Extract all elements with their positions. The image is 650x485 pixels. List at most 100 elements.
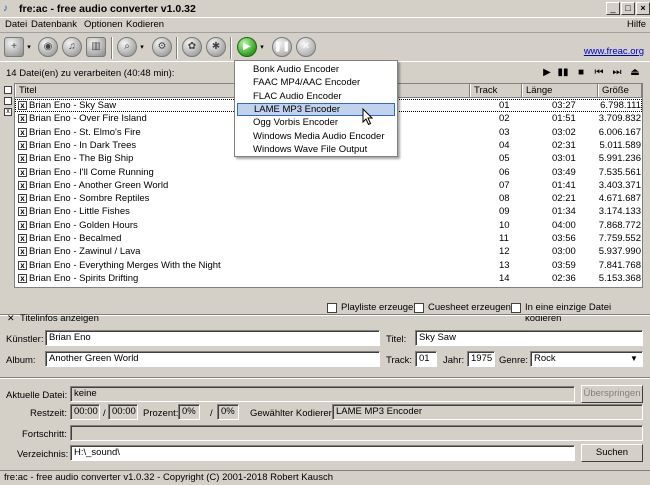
toggle-selection-checkbox[interactable]: x (4, 108, 12, 116)
cd-info-icon[interactable]: ♫ (62, 37, 82, 57)
directory-field[interactable]: H:\_sound\ (70, 445, 575, 461)
maximize-button[interactable]: □ (621, 2, 635, 15)
row-length: 04:00 (552, 219, 576, 231)
year-field[interactable]: 1975 (467, 351, 495, 367)
pause-icon[interactable]: ❚❚ (272, 37, 292, 57)
row-title: Brian Eno - St. Elmo's Fire (29, 126, 141, 138)
website-link[interactable]: www.freac.org (584, 46, 644, 57)
minimize-button[interactable]: _ (606, 2, 620, 15)
chevron-down-icon[interactable]: ▾ (258, 44, 266, 52)
pause-icon[interactable]: ▮▮ (557, 67, 569, 79)
menu-kodieren[interactable]: Kodieren (126, 18, 164, 32)
cd-icon[interactable]: ◉ (38, 37, 58, 57)
chevron-down-icon[interactable]: ▼ (630, 354, 638, 363)
row-track: 03 (499, 126, 510, 138)
row-size: 3.174.133 (598, 206, 641, 218)
row-size: 3.709.832 (598, 113, 641, 125)
row-title: Brian Eno - Golden Hours (29, 219, 138, 231)
tools-icon[interactable]: ✿ (182, 37, 202, 57)
play-icon[interactable]: ▶ (541, 67, 553, 79)
gear-icon[interactable]: ✱ (206, 37, 226, 57)
encoder-menu-item[interactable]: Windows Media Audio Encoder (237, 130, 395, 143)
table-row[interactable]: x Brian Eno - I'll Come Running 06 03:49 7.5… (15, 166, 642, 179)
row-checkbox[interactable]: x (18, 140, 27, 150)
menu-bar: Datei Datenbank Optionen Kodieren Hilfe (0, 18, 650, 32)
row-checkbox[interactable]: x (18, 234, 27, 243)
row-checkbox[interactable]: x (18, 154, 27, 164)
add-files-icon[interactable]: + (4, 37, 24, 57)
titleinfo-toggle: Titelinfos anzeigen (20, 313, 99, 324)
encoder-menu-item[interactable]: FLAC Audio Encoder (237, 90, 395, 103)
directory-label: Verzeichnis: (17, 449, 69, 460)
time-left-label: Restzeit: (30, 408, 67, 419)
table-row[interactable]: x Brian Eno - Zawinul / Lava 12 03:00 5.937.… (15, 245, 642, 258)
row-checkbox[interactable]: x (18, 220, 27, 230)
title-field[interactable]: Sky Saw (415, 330, 643, 346)
row-checkbox[interactable]: x (18, 101, 27, 110)
menu-datenbank[interactable]: Datenbank (31, 18, 77, 32)
row-checkbox[interactable]: x (18, 273, 27, 283)
table-row[interactable]: x Brian Eno - Sombre Reptiles 08 02:21 4.671… (15, 192, 642, 205)
select-none-checkbox[interactable] (4, 97, 12, 105)
close-button[interactable]: × (636, 2, 650, 15)
column-track[interactable]: Track (470, 84, 522, 97)
row-checkbox[interactable]: x (18, 207, 27, 217)
cuesheet-checkbox[interactable] (414, 303, 424, 313)
column-length[interactable]: Länge (522, 84, 598, 97)
track-field[interactable]: 01 (415, 351, 437, 367)
browse-button[interactable]: Suchen (581, 444, 643, 462)
mouse-cursor-icon (362, 108, 374, 126)
row-size: 5.011.589 (599, 139, 641, 151)
play-icon[interactable]: ▶ (237, 37, 257, 57)
title-label: Titel: (386, 334, 407, 345)
row-checkbox[interactable]: x (18, 114, 27, 124)
row-track: 04 (499, 139, 510, 151)
row-checkbox[interactable]: x (18, 194, 27, 204)
row-checkbox[interactable]: x (18, 127, 27, 137)
titleinfo-checkbox[interactable]: ✕ (7, 313, 15, 324)
settings-icon[interactable]: ⚙ (152, 37, 172, 57)
playlist-label: Playliste erzeugen (341, 302, 419, 313)
row-checkbox[interactable]: x (18, 180, 27, 190)
genre-select[interactable]: Rock (530, 351, 643, 367)
menu-datei[interactable]: Datei (5, 18, 27, 32)
table-row[interactable]: x Brian Eno - Little Fishes 09 01:34 3.174.1… (15, 205, 642, 218)
menu-optionen[interactable]: Optionen (84, 18, 123, 32)
row-size: 7.759.552 (598, 233, 641, 244)
playlist-checkbox[interactable] (327, 303, 337, 313)
row-checkbox[interactable]: x (18, 167, 27, 177)
close-icon[interactable]: ✕ (296, 37, 316, 57)
track-label: Track: (386, 355, 413, 366)
skip-button[interactable]: Überspringen (581, 385, 643, 403)
encoder-menu-item[interactable]: FAAC MP4/AAC Encoder (237, 76, 395, 89)
previous-icon[interactable]: ⏮ (593, 67, 605, 79)
row-track: 08 (499, 193, 510, 205)
chevron-down-icon[interactable]: ▾ (138, 44, 146, 52)
table-row[interactable]: x Brian Eno - Another Green World 07 01:41 3… (15, 179, 642, 192)
stop-icon[interactable]: ■ (575, 67, 587, 79)
row-checkbox[interactable]: x (18, 247, 27, 257)
encoder-menu-item[interactable]: Windows Wave File Output (237, 143, 395, 156)
chevron-down-icon[interactable]: ▾ (25, 44, 33, 52)
row-checkbox[interactable]: x (18, 260, 27, 270)
table-row[interactable]: x Brian Eno - Becalmed 11 03:56 7.759.552 (15, 232, 642, 245)
menu-hilfe[interactable]: Hilfe (627, 18, 646, 32)
table-row[interactable]: x Brian Eno - Spirits Drifting 14 02:36 5.15… (15, 272, 642, 285)
encoder-menu-item[interactable]: Bonk Audio Encoder (237, 63, 395, 76)
album-field[interactable]: Another Green World (45, 351, 380, 367)
single-file-checkbox[interactable] (511, 303, 521, 313)
current-file-label: Aktuelle Datei: (6, 390, 68, 401)
select-all-checkbox[interactable] (4, 86, 12, 94)
table-row[interactable]: x Brian Eno - Everything Merges With the … (15, 259, 642, 272)
trash-icon[interactable]: ▥ (86, 37, 106, 57)
row-length: 03:56 (552, 233, 576, 244)
next-icon[interactable]: ⏭ (611, 67, 623, 79)
column-size[interactable]: Größe (598, 84, 642, 97)
row-track: 13 (499, 259, 510, 271)
table-row[interactable]: x Brian Eno - Golden Hours 10 04:00 7.868.77… (15, 219, 642, 232)
artist-field[interactable]: Brian Eno (45, 330, 380, 346)
encoder-field: LAME MP3 Encoder (332, 404, 643, 420)
divider (0, 377, 650, 379)
search-icon[interactable]: ⌕ (117, 37, 137, 57)
eject-icon[interactable]: ⏏ (629, 67, 641, 79)
